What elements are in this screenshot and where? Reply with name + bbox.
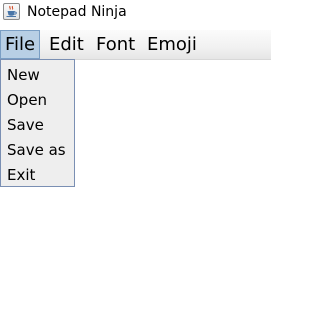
app-window: Notepad Ninja File Edit Font Emoji New O…	[0, 0, 271, 311]
menu-item-exit[interactable]: Exit	[1, 163, 74, 188]
menu-item-save[interactable]: Save	[1, 113, 74, 138]
window-title: Notepad Ninja	[27, 4, 127, 20]
file-dropdown-menu: New Open Save Save as Exit	[0, 59, 75, 187]
menu-file[interactable]: File	[0, 30, 41, 59]
menu-bar: File Edit Font Emoji	[0, 30, 271, 60]
menu-item-save-as[interactable]: Save as	[1, 138, 74, 163]
java-cup-icon	[3, 3, 20, 20]
menu-edit[interactable]: Edit	[45, 30, 88, 59]
title-bar: Notepad Ninja	[0, 0, 271, 28]
menu-item-new[interactable]: New	[1, 63, 74, 88]
menu-font[interactable]: Font	[92, 30, 139, 59]
menu-item-open[interactable]: Open	[1, 88, 74, 113]
menu-emoji[interactable]: Emoji	[143, 30, 201, 59]
